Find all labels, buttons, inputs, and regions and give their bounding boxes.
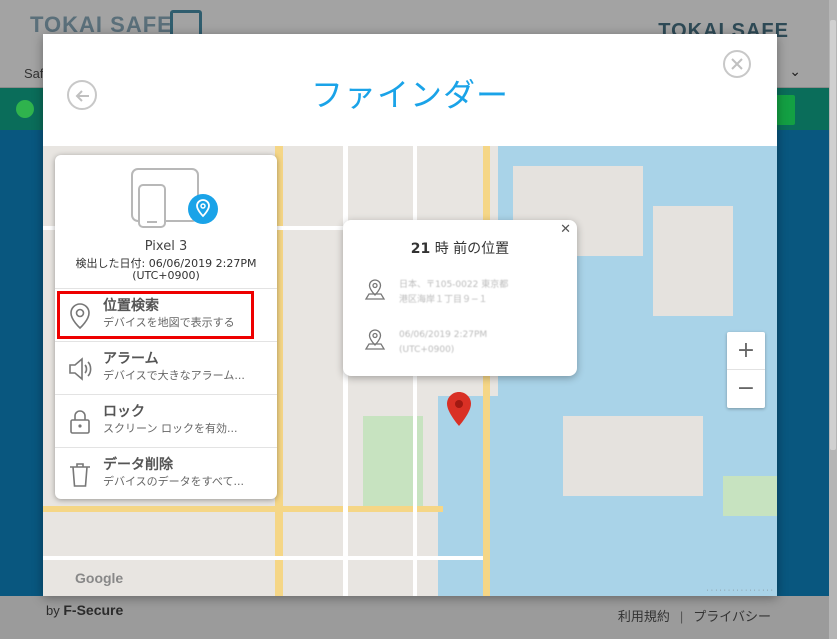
device-illustration-icon (131, 167, 218, 243)
device-name: Pixel 3 (144, 239, 188, 254)
trash-icon (70, 463, 90, 487)
finder-dialog: ファインダー + − Google · · · · · · · · · · · … (43, 34, 777, 596)
device-detected-date: 検出した日付: 06/06/2019 2:27PM (UTC+0900) (75, 257, 257, 282)
map-road-3 (43, 506, 443, 512)
device-panel: Pixel 3 検出した日付: 06/06/2019 2:27PM (UTC+0… (55, 155, 277, 499)
location-icon (70, 303, 90, 330)
location-info-popup: ✕ 21 時 前の位置 日本、〒105-0022 東京都 港区海岸１丁目９−１ … (343, 220, 577, 376)
menu-item-subtitle: スクリーン ロックを有効... (103, 422, 238, 435)
location-time: 06/06/2019 2:27PM (UTC+0900) (399, 330, 488, 355)
menu-item-title: データ削除 (103, 457, 173, 473)
map-island-2 (563, 416, 703, 496)
map-park-2 (723, 476, 777, 516)
google-logo: Google (75, 570, 124, 586)
dialog-title: ファインダー (310, 76, 509, 114)
zoom-in-button[interactable]: + (727, 332, 765, 370)
menu-item-title: アラーム (103, 351, 159, 367)
privacy-link: プライバシー (693, 609, 771, 624)
zoom-control: + − (727, 332, 765, 408)
arrow-left-icon (75, 90, 89, 102)
check-icon (16, 100, 34, 118)
menu-item-wipe[interactable]: データ削除 デバイスのデータをすべて... (55, 447, 277, 499)
location-person-icon (364, 279, 386, 300)
menu-item-lock[interactable]: ロック スクリーン ロックを有効... (55, 394, 277, 447)
menu-item-locate[interactable]: 位置検索 デバイスを地図で表示する (55, 288, 277, 341)
scrollbar[interactable] (829, 0, 837, 639)
menu-item-alarm[interactable]: アラーム デバイスで大きなアラーム... (55, 341, 277, 394)
chevron-down-icon: ⌄ (789, 64, 801, 80)
close-icon (731, 58, 743, 70)
menu-item-subtitle: デバイスで大きなアラーム... (103, 369, 245, 382)
speaker-icon (69, 357, 92, 381)
location-time-row: 06/06/2019 2:27PM (UTC+0900) (363, 328, 563, 360)
lock-icon (70, 410, 90, 434)
menu-item-title: ロック (103, 404, 145, 420)
close-button[interactable] (723, 50, 751, 78)
location-person-icon (364, 329, 386, 350)
location-address: 日本、〒105-0022 東京都 港区海岸１丁目９−１ (399, 280, 509, 305)
location-popup-title: 21 時 前の位置 (410, 241, 510, 257)
map-street-3 (43, 556, 483, 560)
map-attribution: · · · · · · · · · · · · · · · · (706, 587, 773, 594)
device-action-menu: 位置検索 デバイスを地図で表示する アラーム デバイスで大きなアラーム... ロ… (55, 288, 277, 499)
zoom-out-button[interactable]: − (727, 370, 765, 408)
menu-item-title: 位置検索 (103, 298, 159, 314)
location-pin-icon[interactable] (447, 392, 471, 430)
terms-link: 利用規約 (617, 609, 670, 624)
scrollbar-thumb[interactable] (830, 20, 836, 450)
popup-close-icon[interactable]: ✕ (560, 222, 571, 237)
back-button[interactable] (67, 80, 97, 110)
footer-links: 利用規約 | プライバシー (617, 609, 771, 624)
menu-item-subtitle: デバイスのデータをすべて... (103, 475, 244, 488)
location-address-row: 日本、〒105-0022 東京都 港区海岸１丁目９−１ (363, 278, 563, 310)
map-island (653, 206, 733, 316)
menu-item-subtitle: デバイスを地図で表示する (103, 316, 235, 329)
fsecure-logo: by F-Secure (46, 602, 124, 618)
